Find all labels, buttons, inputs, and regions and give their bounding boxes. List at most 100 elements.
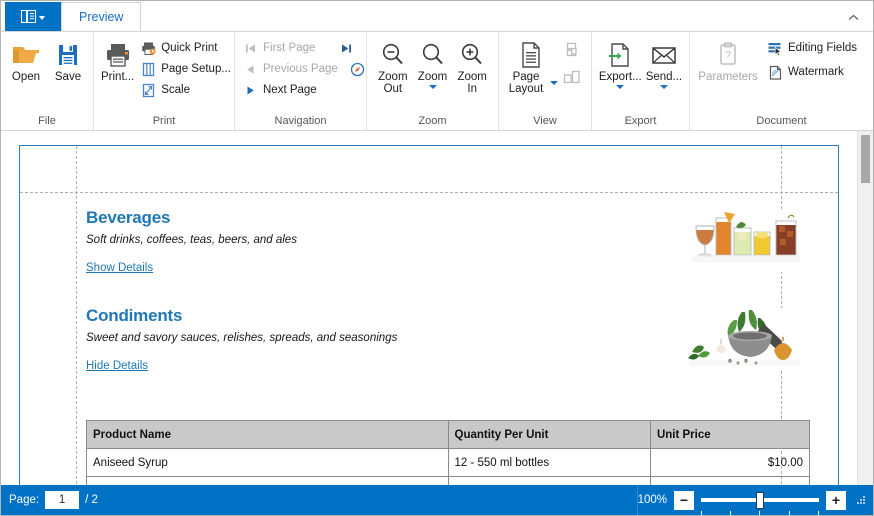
vertical-scrollbar[interactable] [857, 131, 873, 486]
ribbon: Open Save File Print... Quick Print Page… [1, 32, 873, 131]
page-setup-button[interactable]: Page Setup... [137, 60, 234, 78]
show-details-link-beverages[interactable]: Show Details [86, 262, 153, 274]
resize-grip-icon[interactable] [855, 494, 867, 506]
quick-print-icon [140, 40, 156, 56]
chevron-down-icon[interactable] [428, 85, 437, 89]
scale-button[interactable]: Scale [137, 81, 234, 99]
page-total-label: / 2 [85, 494, 98, 506]
facing-pages-icon[interactable] [563, 70, 581, 89]
send-button-label: Send... [645, 71, 683, 83]
ribbon-group-print: Print... Quick Print Page Setup... Scale… [94, 32, 235, 130]
first-page-button[interactable]: First Page [239, 39, 318, 57]
zoom-label: Zoom [417, 71, 448, 83]
scale-label: Scale [161, 84, 191, 96]
ribbon-group-document-label: Document [756, 115, 807, 127]
zoom-in-button[interactable]: Zoom In [452, 36, 492, 95]
compass-icon [350, 61, 366, 77]
app-menu-button[interactable] [5, 2, 61, 31]
chevron-down-icon[interactable] [550, 81, 558, 85]
parameters-clipboard-icon: ? [716, 39, 740, 71]
parameters-label: Parameters [698, 71, 758, 83]
zoom-slider-tick [730, 510, 731, 515]
cell-product-name: Aniseed Syrup [86, 448, 449, 477]
send-button[interactable]: Send... [645, 36, 683, 89]
hide-details-link-condiments[interactable]: Hide Details [86, 360, 148, 372]
last-page-button[interactable] [335, 39, 360, 57]
product-table: Product Name Quantity Per Unit Unit Pric… [86, 420, 811, 486]
ribbon-group-file: Open Save File [1, 32, 94, 130]
preview-page: Beverages Soft drinks, coffees, teas, be… [19, 145, 839, 486]
zoom-slider-tick [818, 510, 819, 515]
ribbon-group-zoom-label: Zoom [418, 115, 447, 127]
zoom-button[interactable]: Zoom [413, 36, 453, 89]
cell-unit-price: $10.00 [649, 448, 811, 477]
zoom-in-stepper-button[interactable]: + [826, 490, 846, 510]
print-button-label: Print... [101, 71, 135, 83]
zoom-icon [419, 39, 447, 71]
navigation-commands: First Page Previous Page Next Page [239, 36, 365, 99]
parameters-button[interactable]: ? Parameters [698, 36, 758, 83]
first-page-label: First Page [263, 42, 316, 54]
tab-preview[interactable]: Preview [61, 2, 142, 31]
editing-fields-icon [767, 40, 783, 56]
zoom-slider-tick [789, 510, 790, 515]
column-header-product-name: Product Name [86, 420, 449, 449]
zoom-slider-thumb[interactable] [756, 491, 764, 509]
ribbon-group-navigation-label: Navigation [274, 115, 327, 127]
product-table-head: Product Name Quantity Per Unit Unit Pric… [86, 420, 811, 449]
zoom-slider[interactable] [701, 491, 819, 515]
watermark-icon [767, 64, 783, 80]
chevron-down-icon[interactable] [659, 85, 668, 89]
watermark-button[interactable]: Watermark [764, 63, 860, 81]
navigation-row-first: First Page [239, 39, 360, 57]
chevron-down-icon [39, 16, 45, 20]
ribbon-group-print-label: Print [152, 115, 176, 127]
ribbon-group-view: Page Layout View [499, 32, 592, 130]
vertical-scrollbar-thumb[interactable] [861, 135, 870, 183]
quick-print-button[interactable]: Quick Print [137, 39, 234, 57]
export-document-icon [607, 39, 633, 71]
column-header-quantity-per-unit: Quantity Per Unit [447, 420, 651, 449]
chevron-down-icon[interactable] [616, 85, 625, 89]
editing-fields-button[interactable]: Editing Fields [764, 39, 860, 57]
open-button[interactable]: Open [7, 36, 45, 83]
tab-preview-label: Preview [79, 10, 124, 24]
ribbon-group-export: Export... Send... Export [592, 32, 690, 130]
previous-page-button[interactable]: Previous Page [239, 60, 341, 78]
quick-print-label: Quick Print [161, 42, 218, 54]
print-preview-window: Preview Open Save File Print... Quick Pr… [0, 0, 874, 516]
next-page-label: Next Page [263, 84, 317, 96]
export-button[interactable]: Export... [598, 36, 643, 89]
page-number-input[interactable] [45, 491, 80, 509]
send-mail-icon [650, 39, 678, 71]
continuous-pages-icon[interactable] [564, 42, 580, 63]
ribbon-group-view-label: View [533, 115, 557, 127]
previous-page-icon [242, 61, 258, 77]
next-page-button[interactable]: Next Page [239, 81, 320, 99]
page-layout-button[interactable]: Page Layout [503, 36, 559, 95]
document-small-commands: Editing Fields Watermark [764, 36, 860, 81]
export-button-label: Export... [598, 71, 642, 83]
category-block-condiments: Condiments Sweet and savory sauces, reli… [86, 306, 810, 406]
table-header-row: Product Name Quantity Per Unit Unit Pric… [86, 420, 811, 449]
ribbon-group-file-label: File [38, 115, 56, 127]
navigation-row-previous: Previous Page [239, 60, 365, 78]
chevron-up-icon[interactable] [845, 9, 861, 25]
print-small-commands: Quick Print Page Setup... Scale [137, 36, 234, 99]
zoom-out-stepper-button[interactable]: − [674, 490, 694, 510]
page-label: Page: [9, 494, 40, 506]
scale-icon [140, 82, 156, 98]
print-button[interactable]: Print... [100, 36, 135, 83]
open-button-label: Open [11, 71, 41, 83]
save-button[interactable]: Save [49, 36, 87, 83]
margin-guide-top [20, 192, 838, 193]
first-page-icon [242, 40, 258, 56]
svg-text:?: ? [725, 50, 731, 62]
condiments-photo [684, 308, 810, 370]
product-table-body: Aniseed Syrup 12 - 550 ml bottles $10.00… [86, 448, 811, 486]
margin-guide-left [76, 146, 77, 486]
zoom-out-button[interactable]: Zoom Out [373, 36, 413, 95]
document-preview-area[interactable]: Beverages Soft drinks, coffees, teas, be… [1, 131, 873, 486]
zoom-percentage-label: 100% [637, 494, 667, 506]
page-setup-icon [140, 61, 156, 77]
